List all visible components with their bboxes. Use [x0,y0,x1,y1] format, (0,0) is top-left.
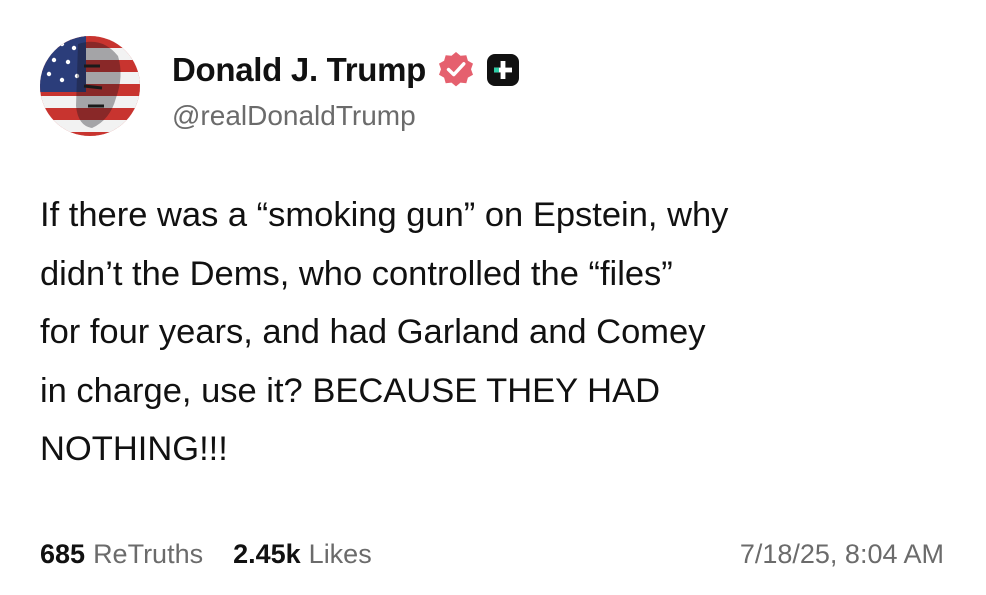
author-row: Donald J. Trump [172,48,520,92]
post-footer: 685 ReTruths 2.45k Likes 7/18/25, 8:04 A… [40,532,944,576]
post-timestamp[interactable]: 7/18/25, 8:04 AM [740,539,944,570]
verified-badge-icon [436,50,476,90]
retruths-label: ReTruths [93,538,204,569]
likes-count: 2.45k [233,538,301,569]
likes-label: Likes [308,538,372,569]
avatar[interactable] [40,36,140,136]
avatar-image [40,36,140,136]
truth-post: Donald J. Trump @realDonaldTrump If ther… [0,0,986,595]
truth-plus-icon [486,53,520,87]
author-handle[interactable]: @realDonaldTrump [172,100,416,132]
display-name[interactable]: Donald J. Trump [172,51,426,89]
post-text: If there was a “smoking gun” on Epstein,… [40,196,729,468]
retruths-stat[interactable]: 685 ReTruths [40,539,203,570]
retruths-count: 685 [40,538,86,569]
likes-stat[interactable]: 2.45k Likes [233,539,372,570]
